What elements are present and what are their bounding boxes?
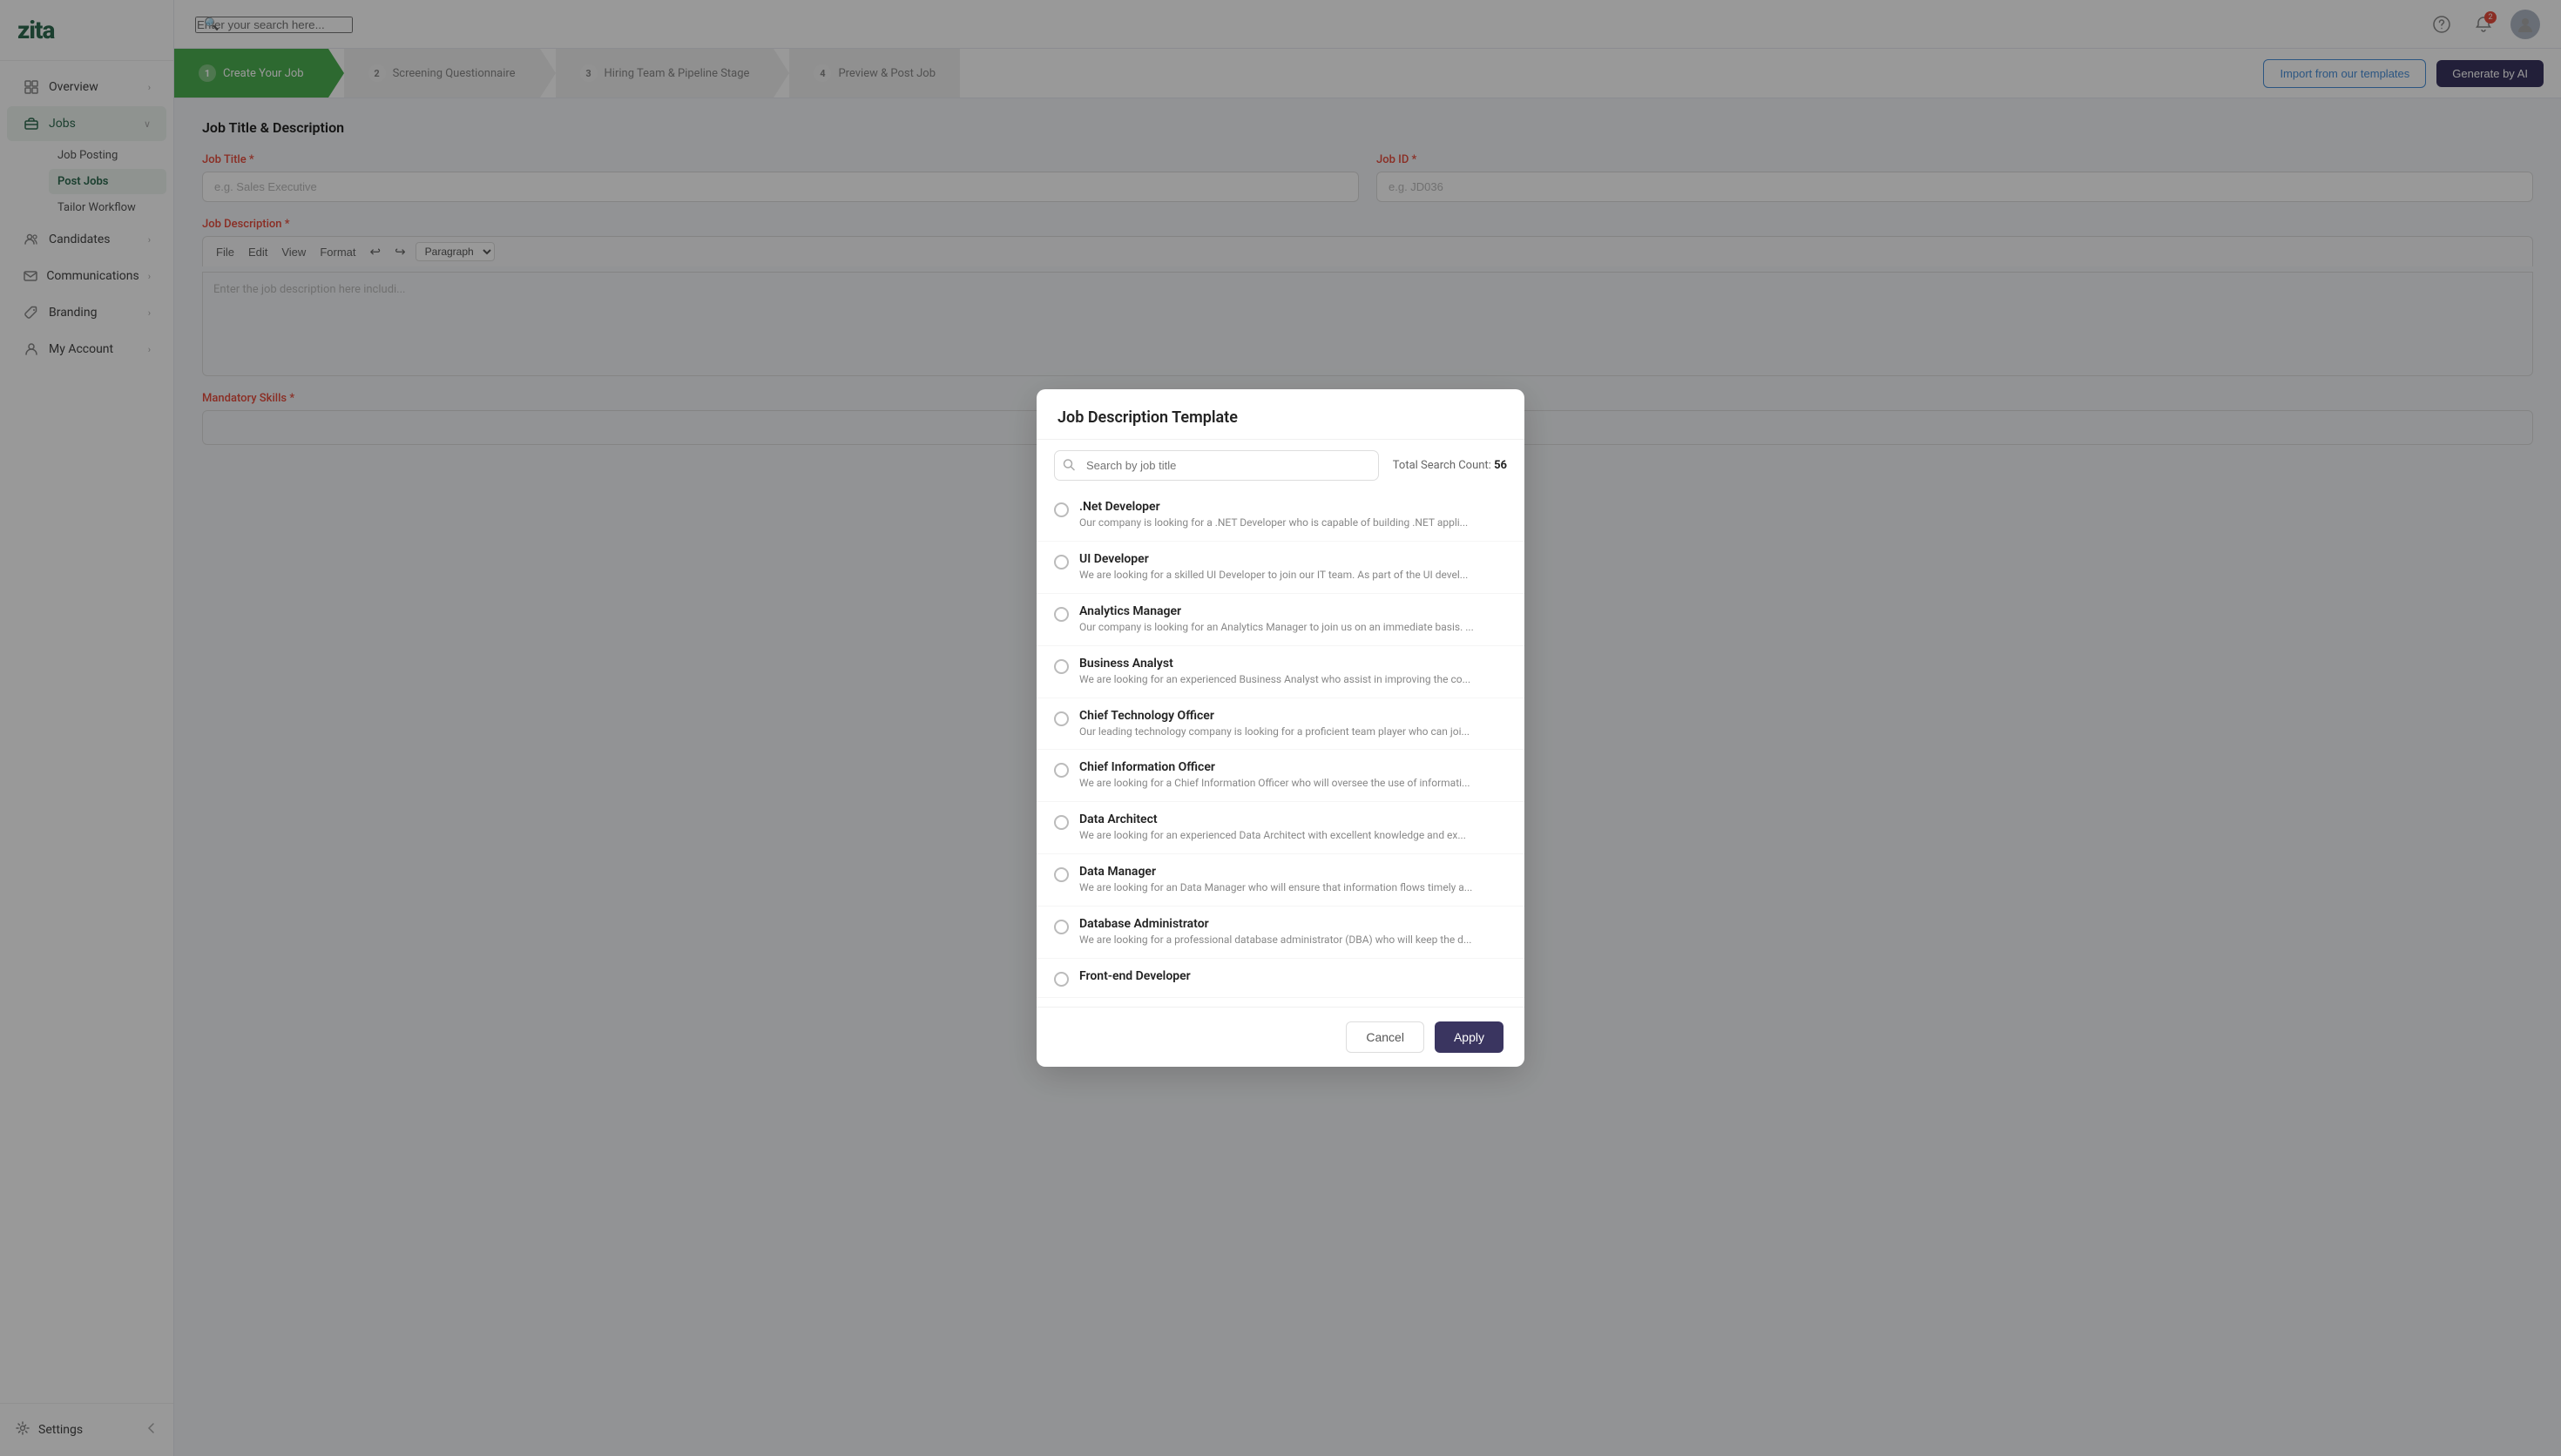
modal-item-desc: Our company is looking for a .NET Develo… [1079,516,1507,530]
modal-item-content: Front-end Developer [1079,969,1507,985]
modal-list-item[interactable]: UI Developer We are looking for a skille… [1037,542,1524,594]
modal-item-radio [1054,502,1069,517]
modal-list-item[interactable]: Data Manager We are looking for an Data … [1037,854,1524,907]
modal-item-content: Database Administrator We are looking fo… [1079,917,1507,947]
modal-item-desc: We are looking for an experienced Data A… [1079,828,1507,843]
modal-search-bar: Total Search Count: 56 [1037,440,1524,481]
apply-button[interactable]: Apply [1435,1021,1503,1053]
modal-item-desc: We are looking for an experienced Busine… [1079,672,1507,687]
modal-item-content: Chief Information Officer We are looking… [1079,760,1507,791]
modal-search-wrap [1054,450,1379,481]
modal-list-item[interactable]: Business Analyst We are looking for an e… [1037,646,1524,698]
modal-item-desc: Our leading technology company is lookin… [1079,725,1507,739]
modal-item-desc: We are looking for a professional databa… [1079,933,1507,947]
modal-item-title: Data Architect [1079,812,1507,826]
modal-item-title: Data Manager [1079,865,1507,879]
modal-item-content: Data Architect We are looking for an exp… [1079,812,1507,843]
modal-item-title: Chief Technology Officer [1079,709,1507,723]
modal-item-title: UI Developer [1079,552,1507,566]
modal-list-item[interactable]: Front-end Developer [1037,959,1524,998]
modal-item-content: .Net Developer Our company is looking fo… [1079,500,1507,530]
modal-item-radio [1054,920,1069,934]
modal-list-item[interactable]: .Net Developer Our company is looking fo… [1037,489,1524,542]
modal-item-title: Business Analyst [1079,657,1507,671]
modal-search-input[interactable] [1054,450,1379,481]
modal-item-desc: We are looking for a Chief Information O… [1079,776,1507,791]
modal-item-radio [1054,867,1069,882]
modal-list-item[interactable]: Chief Information Officer We are looking… [1037,750,1524,802]
modal-search-count-value: 56 [1494,459,1507,472]
modal-item-radio [1054,659,1069,674]
modal-item-title: Front-end Developer [1079,969,1507,983]
modal-item-content: UI Developer We are looking for a skille… [1079,552,1507,583]
modal-list-item[interactable]: Analytics Manager Our company is looking… [1037,594,1524,646]
modal-overlay[interactable]: Job Description Template Total Search Co… [0,0,2561,1456]
modal-search-icon [1063,457,1075,474]
modal-item-radio [1054,763,1069,778]
modal-item-desc: Our company is looking for an Analytics … [1079,620,1507,635]
cancel-button[interactable]: Cancel [1346,1021,1424,1053]
modal-list: .Net Developer Our company is looking fo… [1037,481,1524,1006]
modal-item-content: Business Analyst We are looking for an e… [1079,657,1507,687]
modal-item-desc: We are looking for an Data Manager who w… [1079,880,1507,895]
modal-list-item[interactable]: Data Architect We are looking for an exp… [1037,802,1524,854]
modal-item-radio [1054,555,1069,570]
modal-item-desc: We are looking for a skilled UI Develope… [1079,568,1507,583]
modal-header: Job Description Template [1037,389,1524,440]
modal-footer: Cancel Apply [1037,1007,1524,1067]
modal-item-radio [1054,815,1069,830]
modal-item-content: Chief Technology Officer Our leading tec… [1079,709,1507,739]
modal-list-item[interactable]: Chief Technology Officer Our leading tec… [1037,698,1524,751]
job-description-template-modal: Job Description Template Total Search Co… [1037,389,1524,1066]
modal-search-count: Total Search Count: 56 [1393,459,1507,472]
modal-list-item[interactable]: Database Administrator We are looking fo… [1037,907,1524,959]
modal-item-radio [1054,972,1069,987]
modal-item-radio [1054,711,1069,726]
modal-item-content: Data Manager We are looking for an Data … [1079,865,1507,895]
modal-item-title: Database Administrator [1079,917,1507,931]
modal-item-radio [1054,607,1069,622]
modal-item-title: Analytics Manager [1079,604,1507,618]
modal-item-title: .Net Developer [1079,500,1507,514]
modal-item-content: Analytics Manager Our company is looking… [1079,604,1507,635]
modal-item-title: Chief Information Officer [1079,760,1507,774]
modal-title: Job Description Template [1058,408,1503,427]
